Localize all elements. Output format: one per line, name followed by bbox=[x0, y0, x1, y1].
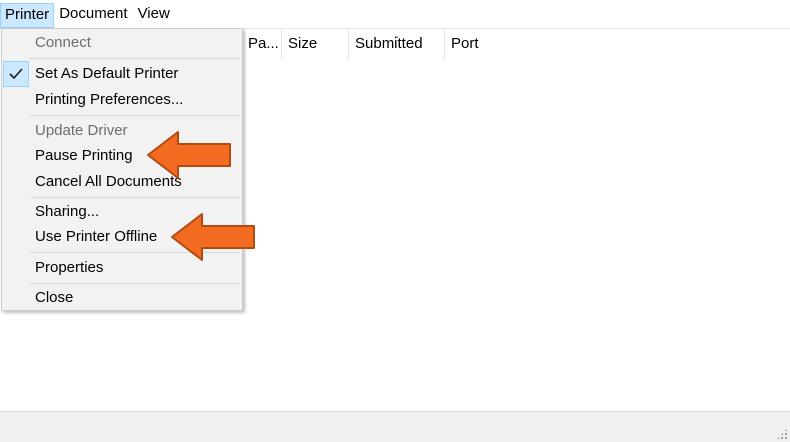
checkmark-icon bbox=[3, 61, 29, 87]
menu-printer[interactable]: Printer bbox=[0, 3, 55, 28]
menu-item-printing-preferences[interactable]: Printing Preferences... bbox=[2, 87, 242, 113]
menu-document[interactable]: Document bbox=[54, 3, 132, 28]
menu-item-close[interactable]: Close bbox=[2, 285, 242, 311]
menu-item-label: Set As Default Printer bbox=[35, 65, 179, 82]
status-bar bbox=[0, 411, 790, 442]
menu-item-connect: Connect bbox=[35, 34, 91, 51]
column-header-port[interactable]: Port bbox=[445, 28, 790, 60]
resize-grip-icon[interactable] bbox=[776, 428, 788, 440]
menu-item-set-default-printer[interactable]: Set As Default Printer bbox=[2, 61, 242, 87]
menu-separator bbox=[30, 58, 240, 59]
menu-view[interactable]: View bbox=[133, 3, 175, 28]
menu-separator bbox=[30, 197, 240, 198]
menu-separator bbox=[30, 283, 240, 284]
sort-caret-icon: ⌄ bbox=[393, 30, 401, 40]
column-header-size[interactable]: Size bbox=[282, 28, 349, 60]
menu-separator bbox=[30, 115, 240, 116]
menu-bar: Printer Document View bbox=[0, 0, 790, 28]
column-header-pages[interactable]: Pa... bbox=[242, 28, 282, 60]
arrow-pointer-icon bbox=[147, 131, 231, 179]
arrow-pointer-icon bbox=[171, 213, 255, 261]
